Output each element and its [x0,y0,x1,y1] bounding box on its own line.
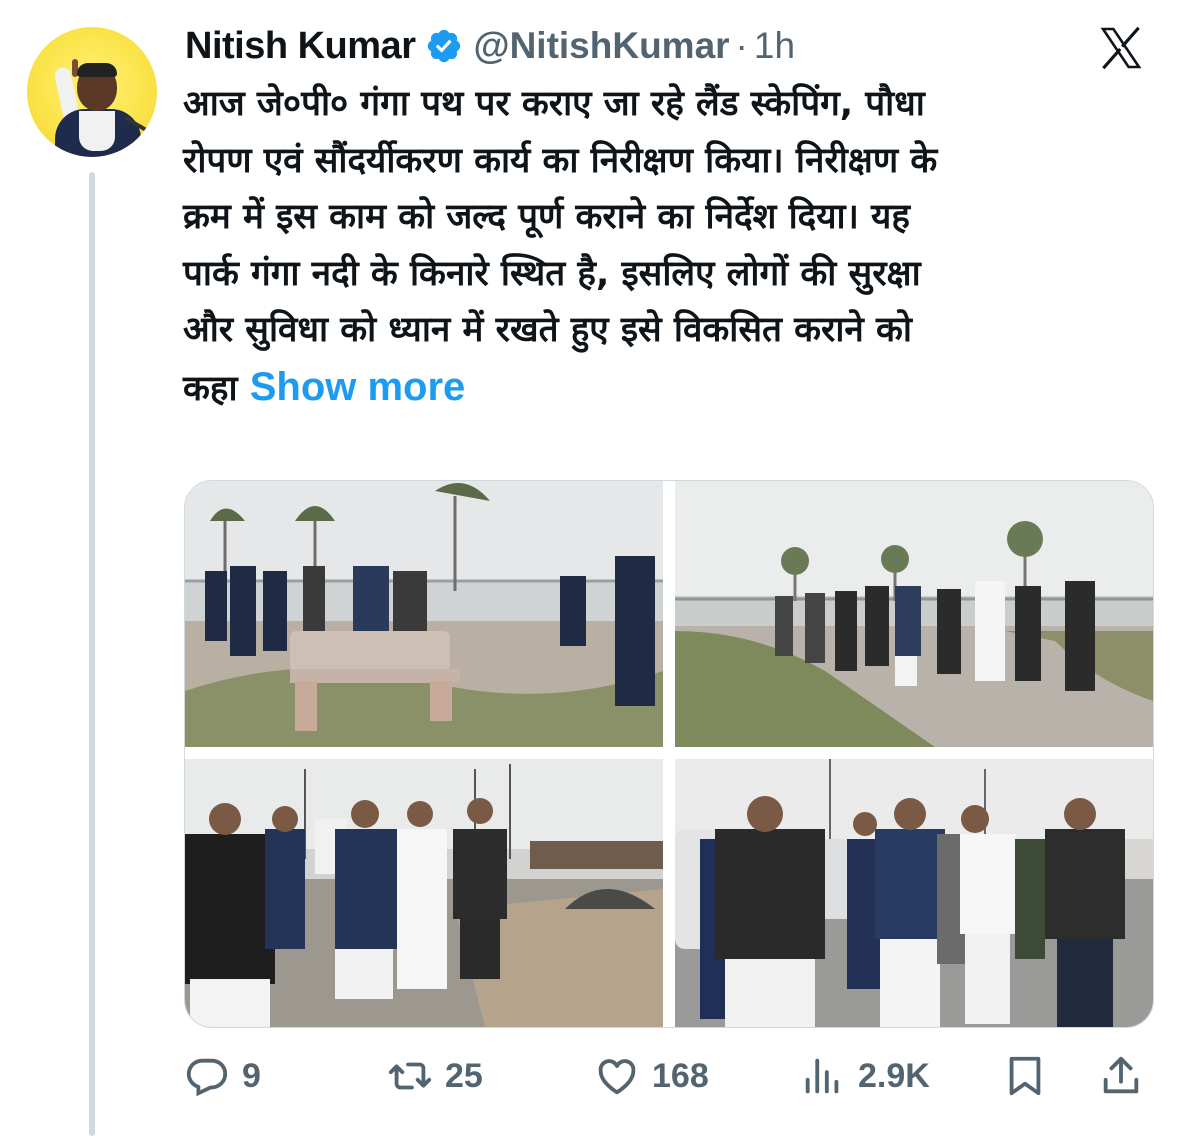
views-count: 2.9K [858,1056,930,1095]
author-handle[interactable]: @NitishKumar [473,25,729,67]
like-button[interactable]: 168 [594,1048,709,1104]
views-icon [805,1058,839,1094]
share-button[interactable] [1098,1048,1144,1104]
reply-icon [186,1058,228,1097]
tweet-line: रोपण एवं सौंदर्यीकरण कार्य का निरीक्षण क… [183,140,938,181]
author-name[interactable]: Nitish Kumar [185,25,416,68]
tweet-last-word: कहा [183,368,238,409]
tweet-line: और सुविधा को ध्यान में रखते हुए इसे विकस… [183,310,912,350]
tweet-line: आज जे०पी० गंगा पथ पर कराए जा रहे लैंड स्… [183,84,925,124]
verified-badge-icon [428,29,461,63]
like-icon [598,1059,636,1095]
like-count: 168 [652,1056,709,1095]
repost-button[interactable]: 25 [387,1048,483,1104]
reply-count: 9 [242,1056,261,1095]
show-more-link[interactable]: Show more [250,365,466,409]
tweet-line: क्रम में इस काम को जल्द पूर्ण कराने का न… [183,197,910,237]
avatar-shirt [79,111,115,151]
repost-count: 25 [445,1056,483,1095]
bookmark-button[interactable] [1002,1048,1048,1104]
media-photo-2[interactable] [675,481,1153,747]
media-photo-4[interactable] [675,759,1153,1027]
views-button[interactable]: 2.9K [800,1048,930,1104]
x-logo-icon [1100,26,1142,70]
media-photo-1[interactable] [185,481,663,747]
avatar[interactable] [27,27,157,157]
tweet-text: आज जे०पी० गंगा पथ पर कराए जा रहे लैंड स्… [183,76,1163,417]
repost-icon [388,1062,432,1090]
tweet-header: Nitish Kumar @NitishKumar · 1h [185,22,795,70]
action-bar: 9 25 168 2.9K [184,1048,1154,1104]
bookmark-icon [1009,1056,1041,1096]
share-icon [1103,1056,1139,1094]
media-photo-3[interactable] [185,759,663,1027]
tweet-line: पार्क गंगा नदी के किनारे स्थित है, इसलिए… [183,253,921,294]
thread-line [89,172,95,1136]
tweet-line-last: कहा Show more [183,359,1163,418]
media-grid [184,480,1154,1028]
reply-button[interactable]: 9 [184,1048,261,1104]
post-time[interactable]: 1h [754,25,795,67]
avatar-hair [77,63,117,77]
separator-dot: · [735,25,748,66]
